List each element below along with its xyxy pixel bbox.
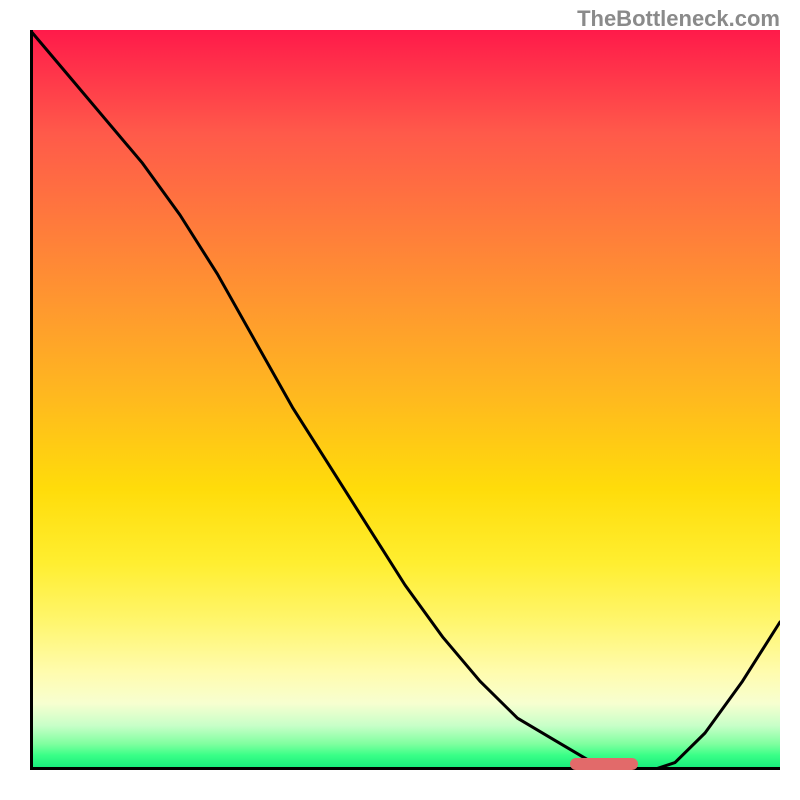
bottleneck-curve	[30, 30, 780, 770]
watermark-label: TheBottleneck.com	[577, 6, 780, 32]
y-axis	[30, 30, 33, 770]
x-axis	[30, 767, 780, 770]
minimum-marker	[570, 758, 638, 770]
